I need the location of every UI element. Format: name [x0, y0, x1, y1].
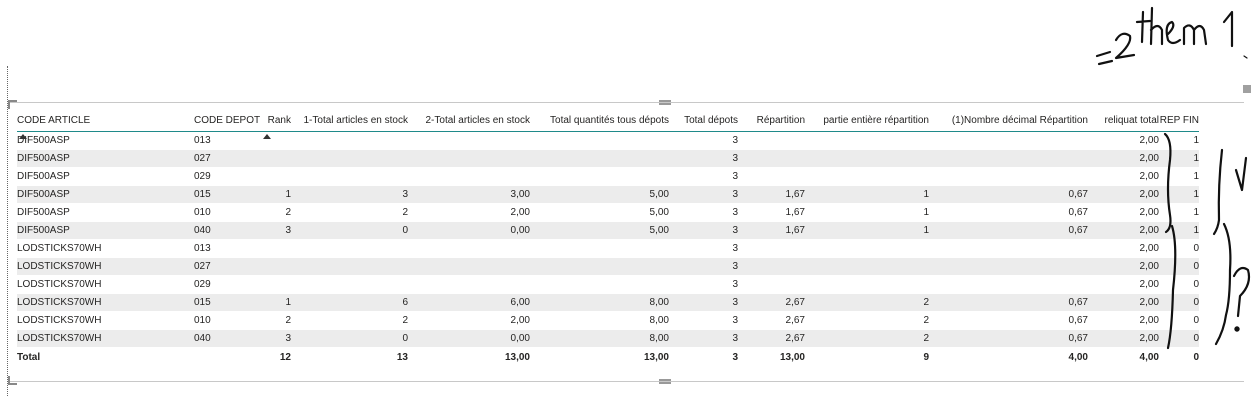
handwritten-bracket-1: [1163, 132, 1172, 234]
handwritten-line-1: [1212, 148, 1224, 236]
handwritten-question-mark: [1232, 266, 1251, 318]
handwritten-one: [1222, 10, 1234, 48]
handwritten-them: [1135, 6, 1208, 46]
small-tick-mark: [1243, 55, 1248, 59]
handwritten-two: [1114, 32, 1136, 60]
handwritten-equals: [1095, 50, 1114, 66]
handwritten-bracket-2: [1166, 224, 1177, 350]
handwritten-v: [1234, 156, 1248, 192]
handwritten-brace-2: [1214, 222, 1232, 346]
handwritten-question-dot: [1234, 326, 1240, 332]
handwritten-annotations: [1095, 6, 1251, 350]
